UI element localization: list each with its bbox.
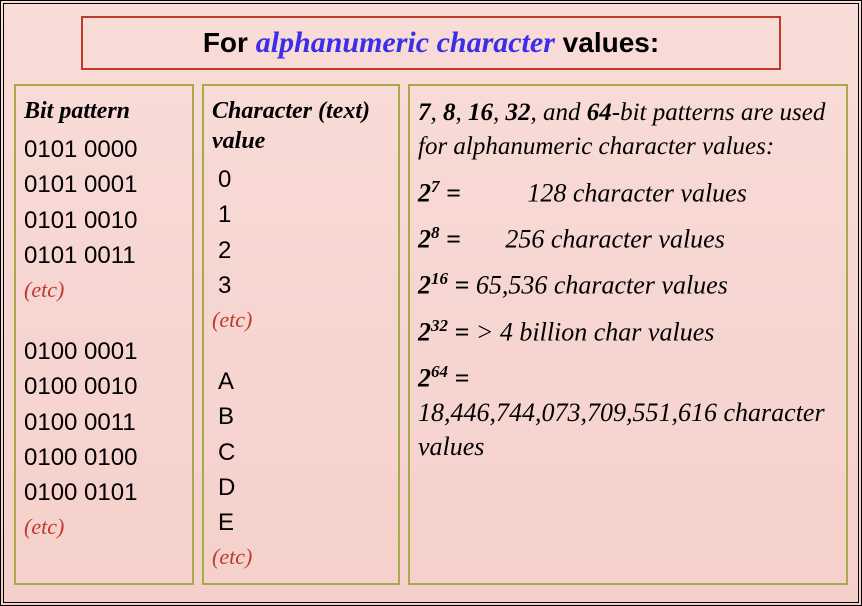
- equation-row: 216 = 65,536 character values: [418, 268, 838, 302]
- bit-row: 0100 0011: [24, 405, 184, 440]
- char-row: C: [212, 435, 390, 470]
- char-etc: (etc): [212, 303, 390, 336]
- char-row: 2: [212, 233, 390, 268]
- equation-row: 232 = > 4 billion char values: [418, 315, 838, 349]
- exponent: 16: [431, 269, 448, 288]
- bit-row: 0100 0101: [24, 475, 184, 510]
- bit-pattern-column: Bit pattern 0101 0000 0101 0001 0101 001…: [14, 84, 194, 585]
- exponent: 32: [431, 316, 448, 335]
- bit-size: 64: [587, 99, 612, 126]
- eq-value: 256 character values: [505, 225, 725, 254]
- bit-row: 0100 0001: [24, 334, 184, 369]
- char-row: B: [212, 399, 390, 434]
- and-word: and: [543, 99, 581, 126]
- spacer: [24, 306, 184, 334]
- char-row: 3: [212, 268, 390, 303]
- slide-frame: For alphanumeric character values: Bit p…: [0, 0, 862, 606]
- char-etc: (etc): [212, 540, 390, 573]
- equation-row: 264 = 18,446,744,073,709,551,616 charact…: [418, 361, 838, 463]
- intro-text: 7, 8, 16, 32, and 64-bit patterns are us…: [418, 96, 838, 164]
- equation-row: 28 = 256 character values: [418, 222, 838, 256]
- exponent: 64: [431, 362, 448, 381]
- exponent: 7: [431, 177, 440, 196]
- bit-row: 0101 0011: [24, 238, 184, 273]
- equation-row: 27 = 128 character values: [418, 176, 838, 210]
- bit-row: 0100 0100: [24, 440, 184, 475]
- char-row: D: [212, 470, 390, 505]
- title-prefix: For: [203, 27, 256, 58]
- title-emphasis: alphanumeric character: [256, 26, 555, 59]
- char-value-column: Character (text) value 0 1 2 3 (etc) A B…: [202, 84, 400, 585]
- eq-value: > 4 billion char values: [476, 318, 715, 347]
- eq-value: 65,536 character values: [476, 271, 728, 300]
- title-suffix: values:: [555, 27, 659, 58]
- char-column-header: Character (text) value: [212, 96, 390, 156]
- bit-size: 7: [418, 99, 431, 126]
- exponent: 8: [431, 223, 440, 242]
- spacer: [212, 336, 390, 364]
- eq-value: 18,446,744,073,709,551,616 character val…: [418, 398, 825, 461]
- title-box: For alphanumeric character values:: [81, 16, 781, 70]
- bit-row: 0101 0001: [24, 167, 184, 202]
- bit-size: 8: [443, 99, 456, 126]
- bit-etc: (etc): [24, 273, 184, 306]
- bit-row: 0100 0010: [24, 369, 184, 404]
- bit-etc: (etc): [24, 510, 184, 543]
- bit-size: 16: [468, 99, 493, 126]
- char-row: E: [212, 505, 390, 540]
- bit-row: 0101 0000: [24, 132, 184, 167]
- info-column: 7, 8, 16, 32, and 64-bit patterns are us…: [408, 84, 848, 585]
- char-row: 1: [212, 197, 390, 232]
- bit-row: 0101 0010: [24, 203, 184, 238]
- char-row: A: [212, 364, 390, 399]
- eq-value: 128 character values: [527, 178, 747, 207]
- columns-container: Bit pattern 0101 0000 0101 0001 0101 001…: [10, 84, 852, 585]
- bit-column-header: Bit pattern: [24, 96, 184, 126]
- char-row: 0: [212, 162, 390, 197]
- bit-size: 32: [506, 99, 531, 126]
